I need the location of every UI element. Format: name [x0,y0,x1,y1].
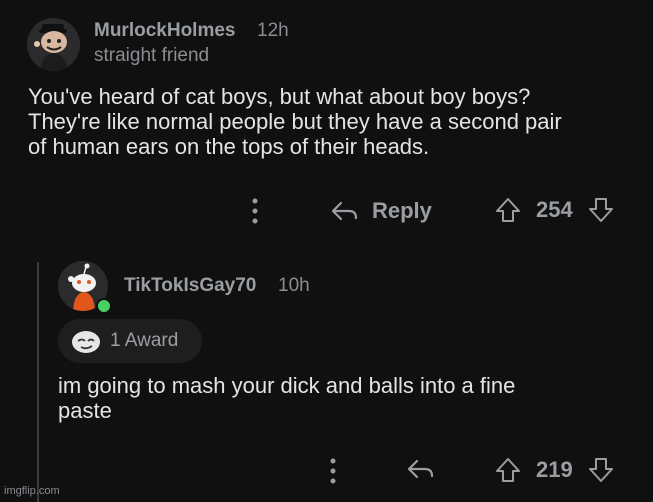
comment-body-line: of human ears on the tops of their heads… [28,134,430,159]
upvote-icon[interactable] [494,456,522,484]
reply-button[interactable]: Reply [330,198,432,224]
comment-body-line: You've heard of cat boys, but what about… [28,84,531,109]
comment-timestamp: 12h [257,20,289,41]
more-dots-icon[interactable] [248,196,262,226]
vote-controls: 254 [494,196,615,224]
user-flair: straight friend [94,45,210,66]
online-status-dot [96,298,112,314]
award-badge[interactable]: 1 Award [58,319,202,363]
award-icon [70,327,102,355]
comment-author-name[interactable]: TikTokIsGay70 [124,275,256,297]
more-dots-icon[interactable] [326,456,340,486]
reply-arrow-icon [406,458,434,480]
avatar-murlockholmes[interactable] [27,18,80,71]
vote-score: 254 [536,197,573,222]
downvote-icon[interactable] [587,196,615,224]
reply-arrow-icon [330,200,358,222]
watermark: imgflip.com [4,485,60,497]
vote-score: 219 [536,457,573,482]
reply-label: Reply [372,198,432,223]
comment-timestamp: 10h [278,275,310,296]
vote-controls: 219 [494,456,615,484]
comment-body: im going to mash your dick and balls int… [58,373,648,423]
thread-line[interactable] [37,262,39,502]
comment-author-name[interactable]: MurlockHolmes [94,20,235,42]
comment-body-line: paste [58,398,112,423]
comment-body-line: They're like normal people but they have… [28,109,562,134]
comment-body: You've heard of cat boys, but what about… [28,84,648,159]
downvote-icon[interactable] [587,456,615,484]
reply-button[interactable] [406,458,434,480]
award-label: 1 Award [110,330,179,351]
comment-body-line: im going to mash your dick and balls int… [58,373,516,398]
upvote-icon[interactable] [494,196,522,224]
